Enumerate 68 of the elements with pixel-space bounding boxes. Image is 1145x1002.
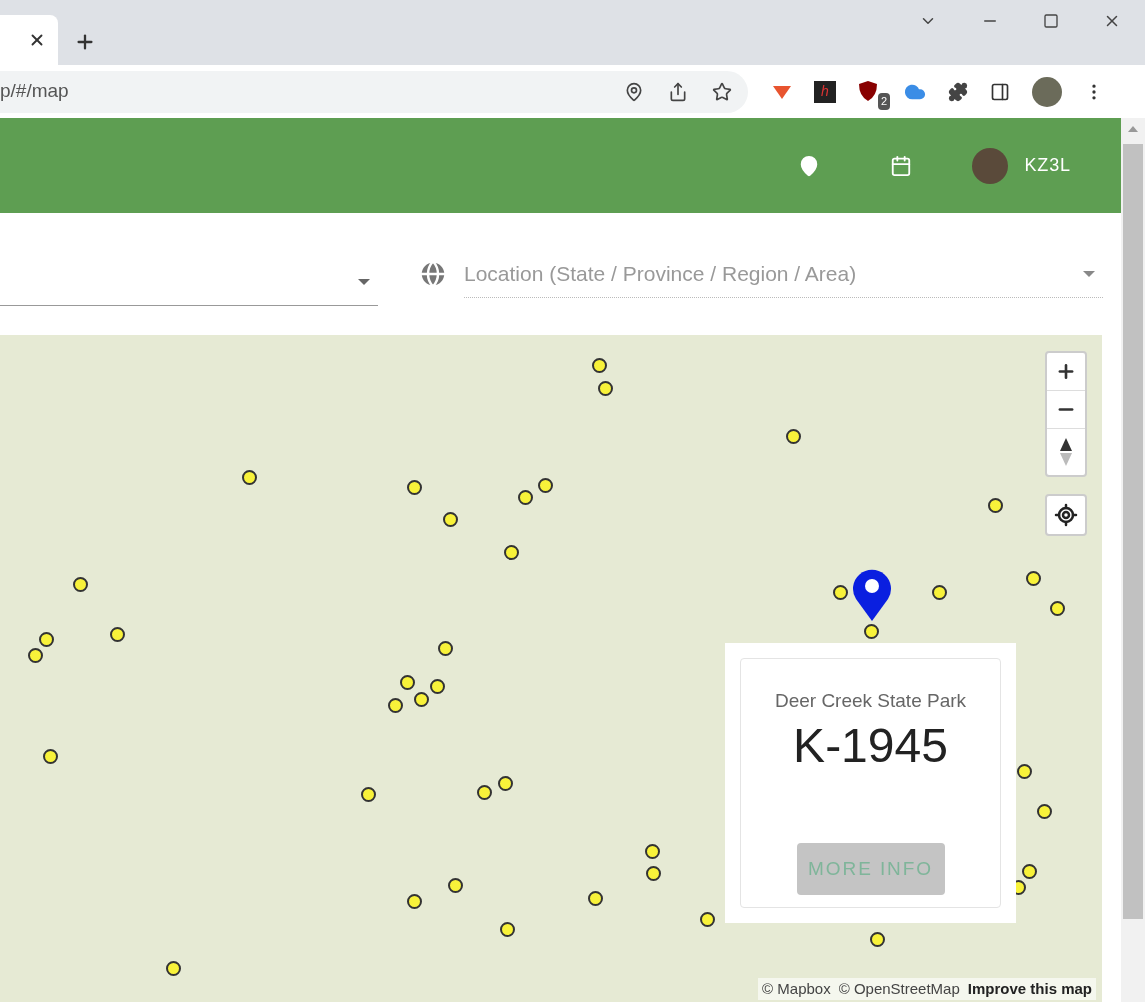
map-marker-icon[interactable] [73,577,88,592]
map-marker-icon[interactable] [700,912,715,927]
locate-icon [1054,503,1078,527]
map-marker-icon[interactable] [932,585,947,600]
map-marker-icon[interactable] [388,698,403,713]
map-marker-icon[interactable] [1050,601,1065,616]
map-marker-icon[interactable] [438,641,453,656]
map-marker-icon[interactable] [598,381,613,396]
map-marker-icon[interactable] [448,878,463,893]
map-marker-icon[interactable] [870,932,885,947]
map-marker-icon[interactable] [518,490,533,505]
attribution-link[interactable]: © Mapbox [762,977,831,1000]
maximize-icon[interactable] [1043,13,1059,29]
share-icon[interactable] [668,81,688,102]
map-marker-icon[interactable] [242,470,257,485]
map-marker-icon[interactable] [407,480,422,495]
extensions-icon[interactable] [948,81,968,102]
map-marker-icon[interactable] [833,585,848,600]
map-marker-icon[interactable] [407,894,422,909]
url-text: p/#/map [0,79,69,104]
extension-icon[interactable] [772,83,792,100]
map-marker-icon[interactable] [988,498,1003,513]
attribution-link[interactable]: © OpenStreetMap [838,977,960,1000]
map-marker-icon[interactable] [592,358,607,373]
attribution-link[interactable]: Improve this map [967,977,1092,1000]
map-marker-icon[interactable] [588,891,603,906]
scrollbar-thumb[interactable] [1123,144,1143,919]
map-marker-icon[interactable] [39,632,54,647]
compass-icon[interactable] [1059,437,1073,467]
extension-badge: 2 [877,93,890,110]
map-marker-icon[interactable] [504,545,519,560]
side-panel-icon[interactable] [990,81,1010,102]
map-marker-icon[interactable] [500,922,515,937]
map-marker-icon[interactable] [400,675,415,690]
map-marker-icon[interactable] [498,776,513,791]
address-bar[interactable]: p/#/map [0,70,748,113]
extension-icon[interactable]: h [814,80,836,103]
map-marker-icon[interactable] [1037,804,1052,819]
location-placeholder: Location (State / Province / Region / Area) [464,260,857,287]
location-icon[interactable] [624,81,644,102]
map-marker-icon[interactable] [538,478,553,493]
dropdown-caret-icon [358,278,370,285]
map-marker-icon[interactable] [1017,764,1032,779]
map-marker-icon[interactable] [43,749,58,764]
dropdown-caret-icon [1083,270,1095,277]
map-marker-icon[interactable] [864,624,879,639]
map-marker-icon[interactable] [443,512,458,527]
park-name: Deer Creek State Park [774,689,967,713]
map-marker-icon[interactable] [361,787,376,802]
profile-avatar[interactable] [1032,76,1062,107]
locate-button[interactable] [1045,494,1087,536]
globe-icon [418,259,448,289]
map-marker-icon[interactable] [110,627,125,642]
map-marker-icon[interactable] [166,961,181,976]
map-marker-icon[interactable] [430,679,445,694]
park-reference: K-1945 [793,717,948,774]
map-marker-icon[interactable] [646,866,661,881]
map-marker-icon[interactable] [645,844,660,859]
map-marker-icon[interactable] [28,648,43,663]
map-marker-icon[interactable] [786,429,801,444]
map-marker-icon[interactable] [477,785,492,800]
bookmark-star-icon[interactable] [712,81,732,102]
user-avatar[interactable] [972,147,1009,184]
map-marker-icon[interactable] [1022,864,1037,879]
map-marker-icon[interactable] [414,692,429,707]
calendar-icon[interactable] [890,154,913,177]
map-marker-icon[interactable] [1026,571,1041,586]
shield-icon[interactable] [858,79,878,102]
